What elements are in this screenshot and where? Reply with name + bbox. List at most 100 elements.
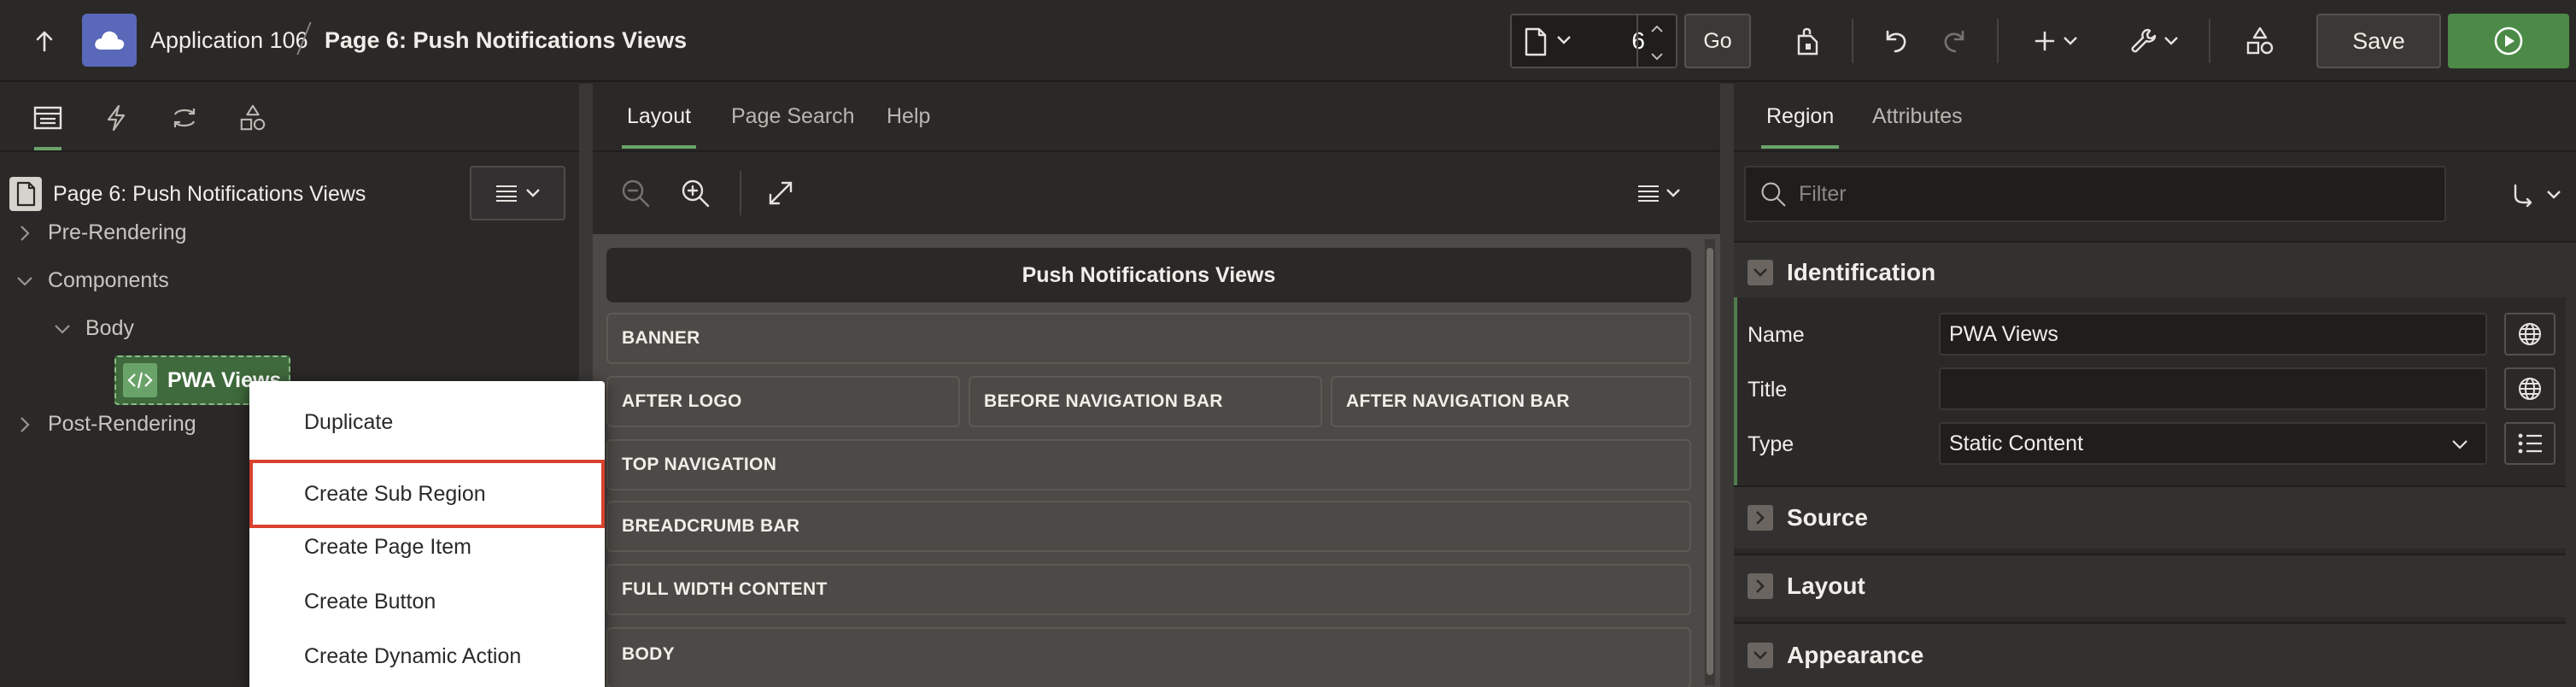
tab-shared-components[interactable] <box>229 99 277 137</box>
right-splitter[interactable] <box>1720 84 1734 687</box>
menu-item-create-button[interactable]: Create Button <box>249 574 605 629</box>
section-identification[interactable]: Identification <box>1734 241 2576 302</box>
section-label: Appearance <box>1787 642 1924 668</box>
go-to-group-icon <box>2514 184 2532 208</box>
tree-root-page[interactable]: Page 6: Push Notifications Views <box>9 176 366 212</box>
region-after-logo[interactable]: AFTER LOGO <box>606 376 960 427</box>
layout-menu-button[interactable] <box>1626 173 1691 214</box>
tab-rendering[interactable] <box>24 99 72 150</box>
property-scrollbar[interactable] <box>2566 243 2576 687</box>
go-to-group-button[interactable] <box>2503 174 2571 215</box>
name-label: Name <box>1748 323 1805 347</box>
region-after-navigation-bar[interactable]: AFTER NAVIGATION BAR <box>1331 376 1691 427</box>
translate-title-button[interactable] <box>2504 367 2556 410</box>
tree-menu-button[interactable] <box>470 166 565 220</box>
region-top-navigation[interactable]: TOP NAVIGATION <box>606 439 1691 490</box>
tab-dynamic-actions[interactable] <box>92 99 140 137</box>
chevron-right-icon[interactable] <box>1748 573 1773 599</box>
canvas-scrollbar[interactable] <box>1705 239 1715 685</box>
left-pane-tabs <box>0 84 579 152</box>
tab-region[interactable]: Region <box>1760 104 1840 149</box>
property-editor-pane: Region Attributes Identification Name PW… <box>1734 84 2576 687</box>
name-field[interactable]: PWA Views <box>1939 313 2487 355</box>
tab-processing[interactable] <box>161 99 208 137</box>
tree-node-label: Post-Rendering <box>48 412 196 436</box>
region-before-navigation-bar[interactable]: BEFORE NAVIGATION BAR <box>969 376 1322 427</box>
tree-node-pre-rendering[interactable]: Pre-Rendering <box>12 220 187 245</box>
tab-layout[interactable]: Layout <box>621 104 697 149</box>
menu-lines-icon <box>496 185 517 202</box>
go-button[interactable]: Go <box>1684 14 1751 68</box>
type-select[interactable]: Static Content <box>1939 422 2487 465</box>
app-name-link[interactable]: Application 106 <box>150 27 308 54</box>
chevron-right-icon[interactable] <box>12 225 38 242</box>
title-label: Title <box>1748 378 1788 402</box>
region-full-width-content[interactable]: FULL WIDTH CONTENT <box>606 564 1691 615</box>
menu-item-create-dynamic-action[interactable]: Create Dynamic Action <box>249 629 605 684</box>
page-number-stepper[interactable] <box>1636 15 1676 67</box>
chevron-right-icon[interactable] <box>12 416 38 433</box>
wrench-icon <box>2131 28 2157 53</box>
chevron-down-icon[interactable] <box>12 276 38 286</box>
chevron-down-icon[interactable] <box>1748 260 1773 285</box>
chevron-down-icon <box>2547 191 2561 199</box>
translate-name-button[interactable] <box>2504 313 2556 355</box>
code-icon <box>123 363 157 397</box>
menu-item-create-page-item[interactable]: Create Page Item <box>249 520 605 574</box>
tree-node-post-rendering[interactable]: Post-Rendering <box>12 412 196 437</box>
utilities-menu-button[interactable] <box>2122 17 2187 65</box>
canvas-page-title[interactable]: Push Notifications Views <box>606 248 1691 302</box>
type-list-button[interactable] <box>2504 422 2556 465</box>
globe-icon <box>2519 323 2541 345</box>
menu-item-duplicate[interactable]: Duplicate <box>249 395 605 449</box>
chevron-down-icon[interactable] <box>1556 34 1572 50</box>
up-arrow-icon[interactable] <box>26 26 63 56</box>
zoom-out-icon[interactable] <box>615 173 656 214</box>
page-designer: Application 106 Page 6: Push Notificatio… <box>0 0 2576 687</box>
create-menu-button[interactable] <box>2026 17 2086 65</box>
undo-icon[interactable] <box>1871 17 1918 65</box>
save-and-run-button[interactable] <box>2448 14 2569 68</box>
tree-node-label: Pre-Rendering <box>48 220 187 244</box>
tab-page-search[interactable]: Page Search <box>731 104 855 129</box>
shared-components-icon[interactable] <box>2236 17 2284 65</box>
toolbar-divider <box>740 171 741 215</box>
redo-icon[interactable] <box>1932 17 1980 65</box>
zoom-in-icon[interactable] <box>675 173 716 214</box>
tree-node-body[interactable]: Body <box>50 316 134 341</box>
chevron-down-icon <box>1666 189 1680 197</box>
identification-properties: Name PWA Views Title Type Static Content <box>1734 297 2576 485</box>
section-layout[interactable]: Layout <box>1734 554 2576 617</box>
list-icon <box>2518 433 2542 454</box>
tab-attributes[interactable]: Attributes <box>1872 104 1963 129</box>
expand-icon[interactable] <box>760 173 801 214</box>
title-field[interactable] <box>1939 367 2487 410</box>
chevron-up-icon[interactable] <box>1650 22 1664 38</box>
menu-item-create-sub-region[interactable]: Create Sub Region <box>249 460 605 528</box>
filter-input[interactable] <box>1799 181 2397 207</box>
section-label: Layout <box>1787 572 1865 599</box>
region-breadcrumb-bar[interactable]: BREADCRUMB BAR <box>606 501 1691 552</box>
save-button[interactable]: Save <box>2316 14 2441 68</box>
type-label: Type <box>1748 432 1794 456</box>
tree-node-label: Components <box>48 268 169 292</box>
section-appearance[interactable]: Appearance <box>1734 622 2576 687</box>
chevron-down-icon[interactable] <box>1748 643 1773 668</box>
scrollbar-thumb[interactable] <box>1707 248 1713 675</box>
chevron-down-icon[interactable] <box>1650 50 1664 65</box>
rendering-icon <box>33 106 62 130</box>
layout-pane: Layout Page Search Help Push Notificatio… <box>593 84 1720 687</box>
section-label: Identification <box>1787 259 1936 285</box>
tree-node-components[interactable]: Components <box>12 268 169 293</box>
region-banner[interactable]: BANNER <box>606 313 1691 364</box>
app-cloud-icon[interactable] <box>82 14 137 67</box>
tab-help[interactable]: Help <box>887 104 930 129</box>
search-icon <box>1761 182 1786 207</box>
chevron-down-icon[interactable] <box>50 324 75 334</box>
lock-page-icon[interactable] <box>1785 17 1833 65</box>
page-selector[interactable]: 6 <box>1510 14 1677 68</box>
section-source[interactable]: Source <box>1734 485 2576 549</box>
region-body[interactable]: BODY <box>606 627 1691 687</box>
property-filter[interactable] <box>1744 166 2446 222</box>
chevron-right-icon[interactable] <box>1748 505 1773 531</box>
